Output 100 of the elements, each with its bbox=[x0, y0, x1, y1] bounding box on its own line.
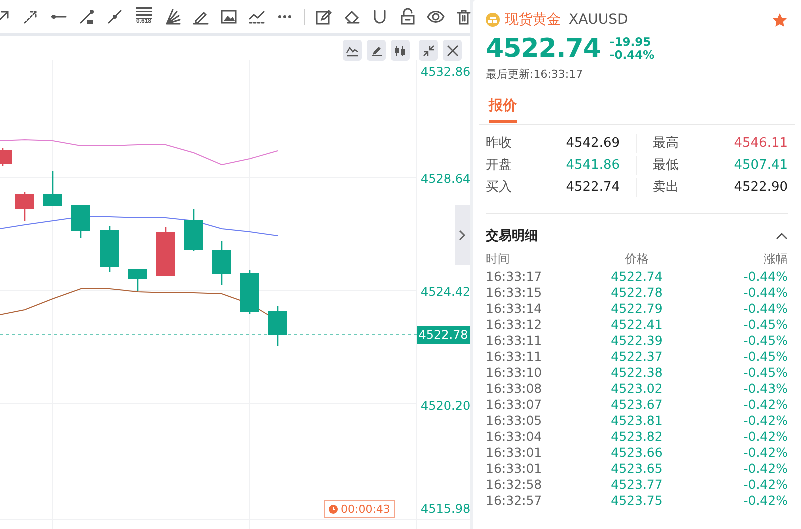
trade-time: 16:32:58 bbox=[486, 477, 544, 493]
stat-value: 4522.74 bbox=[566, 179, 620, 197]
price-change: -19.95 bbox=[610, 36, 652, 49]
trade-change: -0.45% bbox=[742, 365, 788, 381]
draw-button[interactable] bbox=[367, 40, 386, 61]
axis-label: 4528.64 bbox=[421, 172, 470, 186]
trade-time: 16:33:04 bbox=[486, 429, 544, 445]
trade-time: 16:33:10 bbox=[486, 365, 544, 381]
current-price-label: 4522.78 bbox=[417, 326, 470, 344]
trade-change: -0.45% bbox=[742, 349, 788, 365]
indicator-button[interactable] bbox=[343, 40, 362, 61]
trade-change: -0.42% bbox=[742, 493, 788, 509]
line-chart-icon bbox=[346, 44, 359, 56]
trade-change: -0.42% bbox=[742, 477, 788, 493]
star-icon[interactable] bbox=[772, 12, 788, 28]
trade-price: 4522.38 bbox=[610, 365, 664, 381]
panel-toggle[interactable] bbox=[455, 205, 470, 265]
axis-label: 4524.42 bbox=[421, 285, 470, 299]
axis-label: 4520.20 bbox=[421, 399, 470, 413]
trade-time: 16:33:11 bbox=[486, 333, 544, 349]
trade-price: 4523.75 bbox=[610, 493, 664, 509]
trade-price: 4522.37 bbox=[610, 349, 664, 365]
trade-change: -0.42% bbox=[742, 445, 788, 461]
stat-value: 4507.41 bbox=[734, 157, 788, 175]
pen-icon bbox=[370, 44, 382, 56]
column-header: 价格 bbox=[624, 251, 650, 268]
close-icon bbox=[446, 44, 458, 56]
stat-label: 开盘 bbox=[486, 157, 512, 175]
trade-price: 4523.02 bbox=[610, 381, 664, 397]
collapse-icon bbox=[422, 44, 434, 56]
clock-icon bbox=[329, 504, 338, 514]
candle bbox=[16, 192, 34, 221]
chevron-right-icon bbox=[459, 230, 466, 240]
trade-time: 16:33:17 bbox=[486, 269, 544, 285]
trade-change: -0.45% bbox=[742, 317, 788, 333]
last-price: 4522.74 bbox=[486, 34, 601, 64]
candle bbox=[156, 227, 176, 276]
trade-time: 16:33:11 bbox=[486, 349, 544, 365]
trade-price: 4522.39 bbox=[610, 333, 664, 349]
candle bbox=[100, 226, 120, 272]
line-segment-icon[interactable] bbox=[106, 8, 124, 26]
trade-price: 4523.77 bbox=[610, 477, 664, 493]
close-button[interactable] bbox=[443, 40, 462, 61]
candlestick-icon bbox=[394, 44, 407, 56]
chevron-icon[interactable] bbox=[776, 232, 788, 240]
candle bbox=[128, 269, 148, 291]
trade-time: 16:33:15 bbox=[486, 285, 544, 301]
trade-price: 4523.66 bbox=[610, 445, 664, 461]
trade-price: 4523.65 bbox=[610, 461, 664, 477]
trade-price: 4522.41 bbox=[610, 317, 664, 333]
instrument-name: 现货黄金 bbox=[505, 11, 561, 29]
countdown-timer: 00:00:43 bbox=[341, 502, 390, 516]
collapse-button[interactable] bbox=[419, 40, 438, 61]
trade-price: 4523.82 bbox=[610, 429, 664, 445]
trade-change: -0.42% bbox=[742, 397, 788, 413]
stat-label: 买入 bbox=[486, 179, 512, 197]
trade-price: 4522.78 bbox=[610, 285, 664, 301]
stat-value: 4522.90 bbox=[734, 179, 788, 197]
candle bbox=[184, 209, 204, 251]
trade-price: 4523.67 bbox=[610, 397, 664, 413]
candle bbox=[212, 241, 232, 285]
stat-value: 4542.69 bbox=[566, 135, 620, 153]
percent-change: -0.44% bbox=[610, 49, 655, 62]
line-segment-icon[interactable] bbox=[78, 8, 96, 26]
trade-price: 4522.79 bbox=[610, 301, 664, 317]
candle bbox=[268, 306, 288, 346]
section-title: 交易明细 bbox=[486, 228, 538, 245]
fan-lines-icon[interactable] bbox=[164, 8, 182, 26]
edit-icon[interactable] bbox=[315, 8, 333, 26]
trade-time: 16:33:05 bbox=[486, 413, 544, 429]
column-header: 时间 bbox=[486, 251, 511, 268]
coin-icon bbox=[486, 13, 500, 27]
trade-price: 4523.81 bbox=[610, 413, 664, 429]
trade-change: -0.44% bbox=[742, 301, 788, 317]
candle-type-button[interactable] bbox=[391, 40, 410, 61]
trade-price: 4522.74 bbox=[610, 269, 664, 285]
stat-value: 4541.86 bbox=[566, 157, 620, 175]
candle bbox=[72, 205, 90, 238]
candle bbox=[0, 148, 12, 166]
trade-time: 16:33:01 bbox=[486, 445, 544, 461]
stat-label: 最高 bbox=[653, 135, 679, 153]
trade-change: -0.43% bbox=[742, 381, 788, 397]
trade-change: -0.42% bbox=[742, 413, 788, 429]
unlock-icon[interactable] bbox=[399, 8, 417, 26]
trash-icon[interactable] bbox=[455, 8, 473, 26]
instrument-symbol: XAUUSD bbox=[569, 12, 628, 28]
stat-label: 昨收 bbox=[486, 135, 512, 153]
trade-time: 16:33:12 bbox=[486, 317, 544, 333]
trade-time: 16:33:08 bbox=[486, 381, 544, 397]
column-header: 涨幅 bbox=[762, 251, 788, 268]
image-icon[interactable] bbox=[220, 8, 238, 26]
trade-change: -0.42% bbox=[742, 461, 788, 477]
candle bbox=[44, 171, 62, 206]
trade-time: 16:33:14 bbox=[486, 301, 544, 317]
trade-time: 16:33:07 bbox=[486, 397, 544, 413]
trade-change: -0.44% bbox=[742, 285, 788, 301]
trade-change: -0.42% bbox=[742, 429, 788, 445]
last-updated: 最后更新:16:33:17 bbox=[486, 67, 584, 82]
trade-time: 16:33:01 bbox=[486, 461, 544, 477]
candle bbox=[240, 270, 260, 314]
